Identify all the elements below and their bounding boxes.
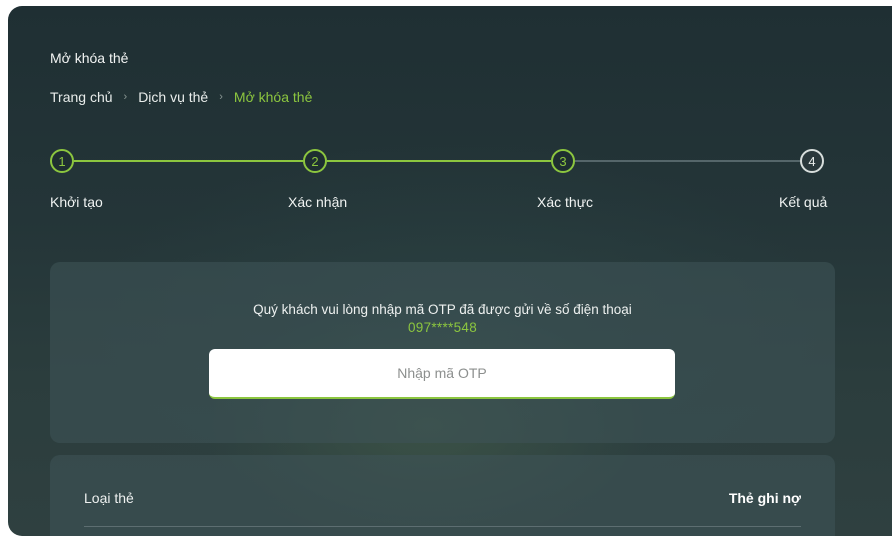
otp-instruction: Quý khách vui lòng nhập mã OTP đã được g… bbox=[253, 302, 632, 317]
step-2-circle: 2 bbox=[303, 149, 327, 173]
step-1-circle: 1 bbox=[50, 149, 74, 173]
row-divider bbox=[84, 526, 801, 527]
otp-phone-number: 097****548 bbox=[407, 320, 478, 335]
step-3-circle: 3 bbox=[551, 149, 575, 173]
card-type-label: Loại thẻ bbox=[84, 490, 134, 506]
card-type-value: Thẻ ghi nợ bbox=[728, 490, 801, 506]
step-connector-3 bbox=[575, 160, 800, 162]
step-connector-2 bbox=[327, 160, 551, 162]
card-info-panel: Loại thẻ Thẻ ghi nợ bbox=[50, 455, 835, 536]
otp-card: Quý khách vui lòng nhập mã OTP đã được g… bbox=[50, 262, 835, 443]
step-2-label: Xác nhận bbox=[288, 194, 348, 210]
progress-stepper: 1 2 3 4 Khởi tạo Xác nhận Xác thực Kết q… bbox=[8, 6, 892, 226]
app-frame: Mở khóa thẻ Trang chủ › Dịch vụ thẻ › Mở… bbox=[8, 6, 892, 536]
step-3-label: Xác thực bbox=[537, 194, 594, 210]
step-connector-1 bbox=[74, 160, 303, 162]
step-4-label: Kết quả bbox=[779, 194, 828, 210]
step-4-circle: 4 bbox=[800, 149, 824, 173]
otp-input[interactable] bbox=[209, 349, 675, 399]
step-1-label: Khởi tạo bbox=[50, 194, 103, 210]
